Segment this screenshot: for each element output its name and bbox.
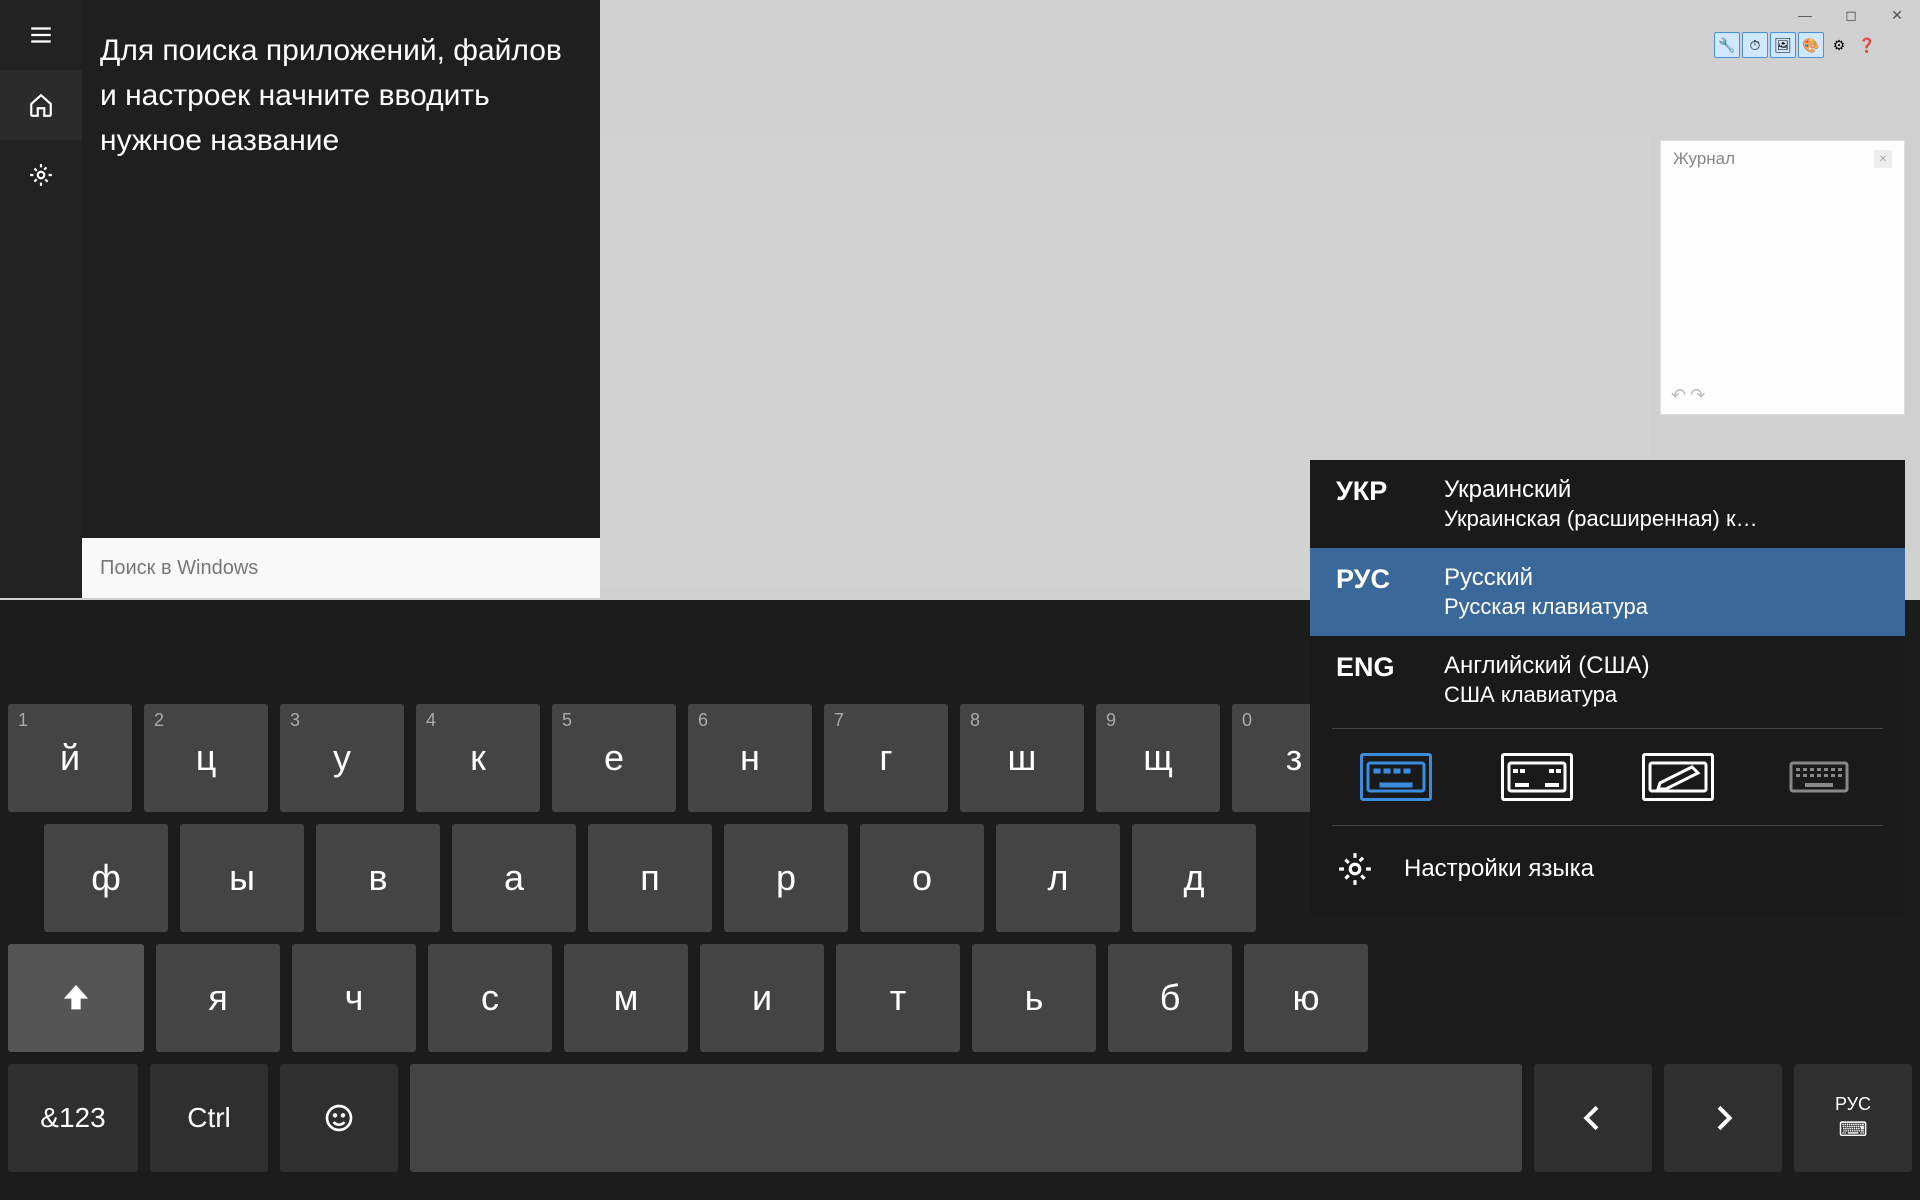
app-toolbar: 🔧 ⏱ 🖼 🎨 ⚙ ❓: [1714, 32, 1880, 58]
tool-help-icon[interactable]: ❓: [1854, 32, 1880, 58]
tool-colors-icon[interactable]: 🎨: [1798, 32, 1824, 58]
maximize-button[interactable]: ◻: [1828, 0, 1874, 30]
kb-mode-full-icon[interactable]: [1783, 753, 1855, 801]
key-letter[interactable]: ь: [972, 944, 1096, 1052]
key-space[interactable]: [410, 1064, 1522, 1172]
key-letter[interactable]: 2ц: [144, 704, 268, 812]
start-search-box[interactable]: [82, 538, 600, 598]
key-letter[interactable]: ы: [180, 824, 304, 932]
tool-settings-icon[interactable]: ⚙: [1826, 32, 1852, 58]
keyboard-mode-row: [1310, 733, 1905, 821]
key-language-switch[interactable]: РУС ⌨: [1794, 1064, 1912, 1172]
key-letter[interactable]: ю: [1244, 944, 1368, 1052]
key-letter[interactable]: 8ш: [960, 704, 1084, 812]
key-symbols[interactable]: &123: [8, 1064, 138, 1172]
kb-mode-standard-icon[interactable]: [1360, 753, 1432, 801]
key-letter[interactable]: м: [564, 944, 688, 1052]
undo-icon[interactable]: ↶: [1671, 385, 1686, 406]
history-close-icon[interactable]: ✕: [1874, 150, 1892, 168]
close-button[interactable]: ✕: [1874, 0, 1920, 30]
start-hint-text: Для поиска приложений, файлов и настроек…: [82, 0, 600, 181]
tool-wrench-icon[interactable]: 🔧: [1714, 32, 1740, 58]
lang-settings-label: Настройки языка: [1404, 855, 1594, 883]
start-sidebar: [0, 0, 82, 598]
key-letter[interactable]: р: [724, 824, 848, 932]
key-letter[interactable]: 1й: [8, 704, 132, 812]
key-shift[interactable]: [8, 944, 144, 1052]
key-arrow-right[interactable]: [1664, 1064, 1782, 1172]
lang-name: Украинский: [1444, 476, 1758, 504]
lang-option-rus[interactable]: РУС Русский Русская клавиатура: [1310, 548, 1905, 636]
hamburger-button[interactable]: [0, 0, 82, 70]
key-letter[interactable]: д: [1132, 824, 1256, 932]
key-letter[interactable]: и: [700, 944, 824, 1052]
tool-images-icon[interactable]: 🖼: [1770, 32, 1796, 58]
key-letter[interactable]: 9щ: [1096, 704, 1220, 812]
kb-mode-handwriting-icon[interactable]: [1642, 753, 1714, 801]
lang-code: РУС: [1336, 564, 1414, 620]
lang-short-label: РУС: [1835, 1094, 1871, 1115]
lang-code: УКР: [1336, 476, 1414, 532]
key-letter[interactable]: о: [860, 824, 984, 932]
key-letter[interactable]: ч: [292, 944, 416, 1052]
key-row-3: я ч с м и т ь б ю: [8, 944, 1912, 1052]
smiley-icon: [323, 1102, 355, 1134]
history-title: Журнал: [1673, 149, 1735, 169]
shift-arrow-icon: [60, 982, 92, 1014]
key-letter[interactable]: л: [996, 824, 1120, 932]
key-letter[interactable]: 4к: [416, 704, 540, 812]
minimize-button[interactable]: —: [1782, 0, 1828, 30]
key-letter[interactable]: с: [428, 944, 552, 1052]
lang-option-ukr[interactable]: УКР Украинский Украинская (расширенная) …: [1310, 460, 1905, 548]
key-letter[interactable]: в: [316, 824, 440, 932]
key-letter[interactable]: 7г: [824, 704, 948, 812]
history-panel: Журнал ✕ ↶ ↷: [1660, 140, 1905, 415]
search-input[interactable]: [100, 557, 582, 580]
lang-sub: США клавиатура: [1444, 682, 1650, 708]
key-letter[interactable]: я: [156, 944, 280, 1052]
language-menu: УКР Украинский Украинская (расширенная) …: [1310, 460, 1905, 916]
key-row-4: &123 Ctrl РУС ⌨: [8, 1064, 1912, 1172]
key-letter[interactable]: а: [452, 824, 576, 932]
key-letter[interactable]: т: [836, 944, 960, 1052]
lang-sub: Украинская (расширенная) к…: [1444, 506, 1758, 532]
window-controls: — ◻ ✕: [1782, 0, 1920, 30]
start-main: Для поиска приложений, файлов и настроек…: [82, 0, 600, 598]
lang-sub: Русская клавиатура: [1444, 594, 1648, 620]
chevron-right-icon: [1707, 1102, 1739, 1134]
key-ctrl[interactable]: Ctrl: [150, 1064, 268, 1172]
key-arrow-left[interactable]: [1534, 1064, 1652, 1172]
settings-button[interactable]: [0, 140, 82, 210]
key-letter[interactable]: ф: [44, 824, 168, 932]
start-search-panel: Для поиска приложений, файлов и настроек…: [0, 0, 600, 598]
key-letter[interactable]: п: [588, 824, 712, 932]
key-letter[interactable]: 5е: [552, 704, 676, 812]
key-emoji[interactable]: [280, 1064, 398, 1172]
redo-icon[interactable]: ↷: [1690, 385, 1705, 406]
lang-name: Русский: [1444, 564, 1648, 592]
tool-clock-icon[interactable]: ⏱: [1742, 32, 1768, 58]
language-settings-button[interactable]: Настройки языка: [1310, 830, 1905, 912]
lang-code: ENG: [1336, 652, 1414, 708]
lang-option-eng[interactable]: ENG Английский (США) США клавиатура: [1310, 636, 1905, 724]
gear-icon: [1336, 850, 1374, 888]
key-letter[interactable]: 3у: [280, 704, 404, 812]
kb-mode-split-icon[interactable]: [1501, 753, 1573, 801]
lang-name: Английский (США): [1444, 652, 1650, 680]
key-letter[interactable]: б: [1108, 944, 1232, 1052]
home-button[interactable]: [0, 70, 82, 140]
keyboard-icon: ⌨: [1839, 1117, 1868, 1142]
chevron-left-icon: [1577, 1102, 1609, 1134]
key-letter[interactable]: 6н: [688, 704, 812, 812]
